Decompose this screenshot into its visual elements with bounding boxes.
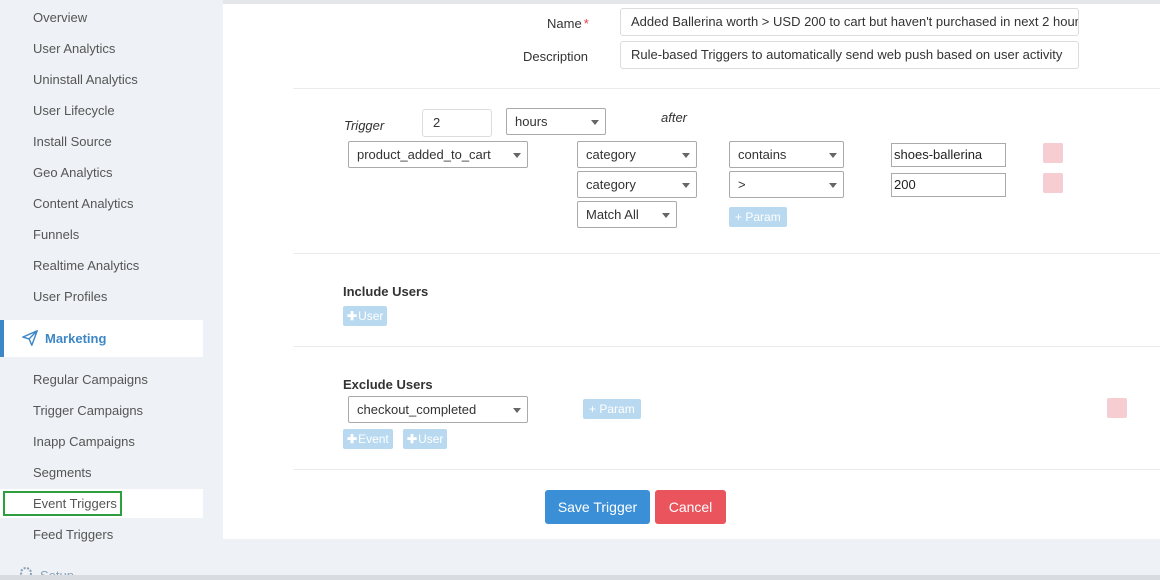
param-value-input[interactable]: 200 (891, 173, 1006, 197)
name-input[interactable]: Added Ballerina worth > USD 200 to cart … (620, 8, 1079, 36)
add-event-label: Event (358, 432, 389, 446)
exclude-add-user-button[interactable]: ✚User (403, 429, 448, 449)
plus-icon: ✚ (347, 432, 358, 446)
chevron-down-icon (513, 153, 521, 158)
param-field-select[interactable]: category (577, 141, 697, 168)
divider (293, 346, 1160, 347)
plus-icon: ✚ (347, 309, 358, 323)
match-mode-value: Match All (586, 207, 639, 222)
sidebar-item-content-analytics[interactable]: Content Analytics (33, 196, 133, 212)
add-param-button[interactable]: + Param (729, 207, 787, 227)
trigger-label: Trigger (344, 118, 385, 133)
description-input[interactable]: Rule-based Triggers to automatically sen… (620, 41, 1079, 69)
sidebar-item-user-analytics[interactable]: User Analytics (33, 41, 115, 57)
sidebar-item-trigger-campaigns[interactable]: Trigger Campaigns (33, 403, 143, 419)
bottom-scrollbar[interactable] (0, 575, 1160, 580)
trigger-event-value: product_added_to_cart (357, 147, 491, 162)
sidebar-item-realtime-analytics[interactable]: Realtime Analytics (33, 258, 139, 274)
chevron-down-icon (682, 153, 690, 158)
sidebar-item-user-lifecycle[interactable]: User Lifecycle (33, 103, 115, 119)
sidebar-item-event-triggers[interactable]: Event Triggers (0, 489, 203, 518)
divider (293, 469, 1160, 470)
chevron-down-icon (591, 120, 599, 125)
add-user-label: User (418, 432, 444, 446)
sidebar-item-uninstall-analytics[interactable]: Uninstall Analytics (33, 72, 138, 88)
sidebar-item-install-source[interactable]: Install Source (33, 134, 112, 150)
plus-icon: ✚ (407, 432, 418, 446)
trigger-amount-input[interactable]: 2 (422, 109, 492, 137)
cancel-button[interactable]: Cancel (655, 490, 726, 524)
delete-exclude-button[interactable] (1107, 398, 1127, 418)
description-label: Description (523, 49, 589, 64)
param-value-input[interactable]: shoes-ballerina (891, 143, 1006, 167)
delete-param-button[interactable] (1043, 143, 1063, 163)
chevron-down-icon (513, 408, 521, 413)
paper-plane-icon (22, 330, 38, 346)
trigger-unit-select[interactable]: hours (506, 108, 606, 135)
exclude-event-value: checkout_completed (357, 402, 477, 417)
param-field-value: category (586, 177, 636, 192)
divider (293, 88, 1160, 89)
trigger-event-select[interactable]: product_added_to_cart (348, 141, 528, 168)
include-add-user-button[interactable]: ✚User (343, 306, 388, 326)
save-trigger-button[interactable]: Save Trigger (545, 490, 650, 524)
param-field-select[interactable]: category (577, 171, 697, 198)
sidebar-item-segments[interactable]: Segments (33, 465, 92, 481)
exclude-add-event-button[interactable]: ✚Event (343, 429, 393, 449)
exclude-users-title: Exclude Users (343, 377, 433, 392)
chevron-down-icon (682, 183, 690, 188)
sidebar-item-overview[interactable]: Overview (33, 10, 87, 26)
exclude-add-param-button[interactable]: + Param (583, 399, 641, 419)
sidebar-item-geo-analytics[interactable]: Geo Analytics (33, 165, 113, 181)
chevron-down-icon (662, 213, 670, 218)
param-operator-value: contains (738, 147, 787, 162)
delete-param-button[interactable] (1043, 173, 1063, 193)
param-field-value: category (586, 147, 636, 162)
include-users-title: Include Users (343, 284, 429, 299)
required-mark: * (583, 16, 589, 31)
param-operator-select[interactable]: > (729, 171, 844, 198)
sidebar-item-label: Event Triggers (33, 496, 117, 511)
exclude-event-select[interactable]: checkout_completed (348, 396, 528, 423)
param-operator-select[interactable]: contains (729, 141, 844, 168)
main-panel: Name * Added Ballerina worth > USD 200 to… (223, 0, 1160, 539)
sidebar-section-label: Marketing (45, 331, 107, 346)
divider (293, 253, 1160, 254)
sidebar-item-regular-campaigns[interactable]: Regular Campaigns (33, 372, 148, 388)
sidebar-item-funnels[interactable]: Funnels (33, 227, 79, 243)
name-label: Name * (547, 16, 589, 31)
sidebar-item-user-profiles[interactable]: User Profiles (33, 289, 107, 305)
sidebar: Overview User Analytics Uninstall Analyt… (0, 0, 223, 580)
chevron-down-icon (829, 153, 837, 158)
chevron-down-icon (829, 183, 837, 188)
trigger-unit-value: hours (515, 114, 548, 129)
param-operator-value: > (738, 177, 746, 192)
add-user-label: User (358, 309, 384, 323)
match-mode-select[interactable]: Match All (577, 201, 677, 228)
sidebar-item-feed-triggers[interactable]: Feed Triggers (33, 527, 113, 543)
sidebar-item-inapp-campaigns[interactable]: Inapp Campaigns (33, 434, 135, 450)
after-label: after (661, 110, 688, 125)
sidebar-section-marketing[interactable]: Marketing (0, 320, 203, 357)
